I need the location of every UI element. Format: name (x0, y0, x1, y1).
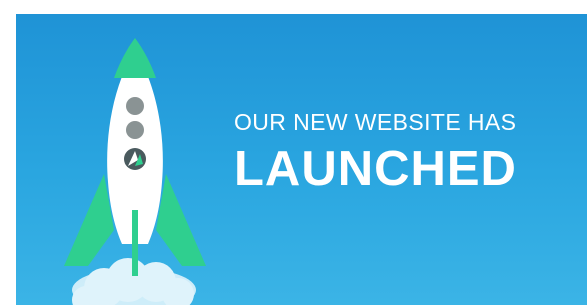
rocket-window-1 (126, 97, 144, 115)
rocket-nose-cone (114, 38, 156, 78)
rocket-exhaust (132, 210, 138, 276)
rocket-window-2 (126, 121, 144, 139)
headline-line2: LAUNCHED (234, 142, 517, 196)
logo-emblem (124, 148, 146, 170)
rocket-fin-right (156, 174, 206, 266)
rocket-fin-left (64, 174, 114, 266)
headline: OUR NEW WEBSITE HAS LAUNCHED (234, 108, 574, 196)
launch-banner: OUR NEW WEBSITE HAS LAUNCHED (16, 14, 587, 305)
headline-line1: OUR NEW WEBSITE HAS (234, 109, 517, 135)
